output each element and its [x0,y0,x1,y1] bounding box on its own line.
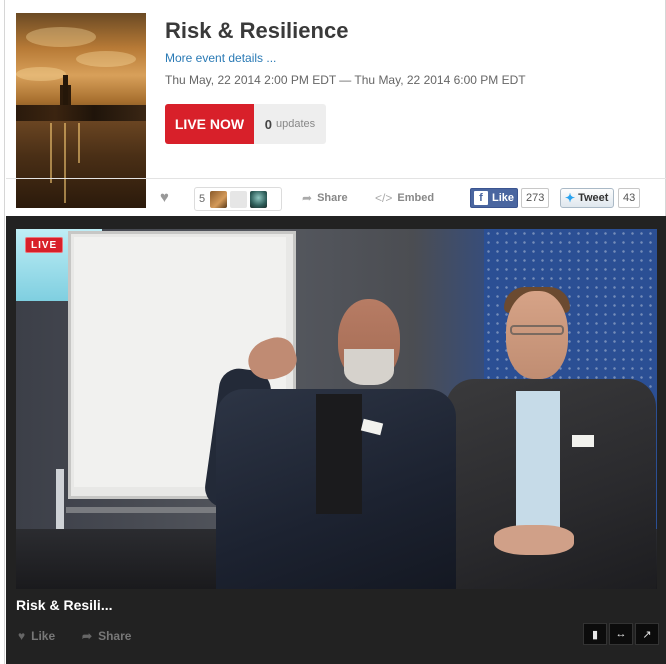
facebook-icon: f [474,191,488,205]
facebook-like-count: 273 [521,188,550,208]
live-badge: LIVE [25,237,64,253]
heart-icon: ♥ [18,629,26,643]
updates-counter[interactable]: 0 updates [254,104,326,144]
updates-count: 0 [264,116,273,132]
embed-button[interactable]: </> Embed [375,191,434,205]
video-title[interactable]: Risk & Resili... [16,597,112,613]
avatar[interactable] [210,190,228,208]
event-page: Risk & Resilience More event details ...… [4,0,666,664]
like-label: Like [31,629,56,643]
share-label: Share [317,192,348,204]
action-bar: ♥ 5 ➦ Share </> Embed f Like 273 ✦ Tweet… [6,178,666,216]
share-arrow-icon: ➦ [82,629,93,643]
code-icon: </> [375,191,393,205]
share-button[interactable]: ➦ Share [302,191,348,205]
comment-icon[interactable]: ▮ [583,623,607,645]
share-button[interactable]: ➦ Share [82,629,131,643]
heart-icon[interactable]: ♥ [160,190,169,205]
facebook-like-button[interactable]: f Like [470,188,518,208]
facebook-like-label: Like [492,192,515,204]
avatar[interactable] [250,190,268,208]
share-arrow-icon: ➦ [302,191,313,205]
video-player: LIVE Risk & Resili... ♥ Like ➦ Share ▮ ↔… [6,216,666,664]
live-now-button[interactable]: LIVE NOW [165,104,254,144]
tweet-button[interactable]: ✦ Tweet [560,188,614,208]
like-button[interactable]: ♥ Like [18,629,55,643]
likers-count: 5 [199,193,206,205]
share-label: Share [98,629,132,643]
video-frame[interactable]: LIVE [16,229,657,589]
updates-label: updates [276,118,316,130]
popout-icon[interactable]: ↗ [635,623,659,645]
twitter-bird-icon: ✦ [565,191,576,205]
tweet-label: Tweet [578,192,609,204]
avatar[interactable] [230,190,248,208]
more-event-details-link[interactable]: More event details ... [165,51,276,65]
event-dates: Thu May, 22 2014 2:00 PM EDT — Thu May, … [165,73,526,87]
embed-label: Embed [397,192,435,204]
expand-icon[interactable]: ↔ [609,623,633,645]
likers-box[interactable]: 5 [194,187,282,211]
player-controls: ▮ ↔ ↗ [583,623,659,645]
event-title: Risk & Resilience [165,18,349,43]
tweet-count: 43 [618,188,641,208]
